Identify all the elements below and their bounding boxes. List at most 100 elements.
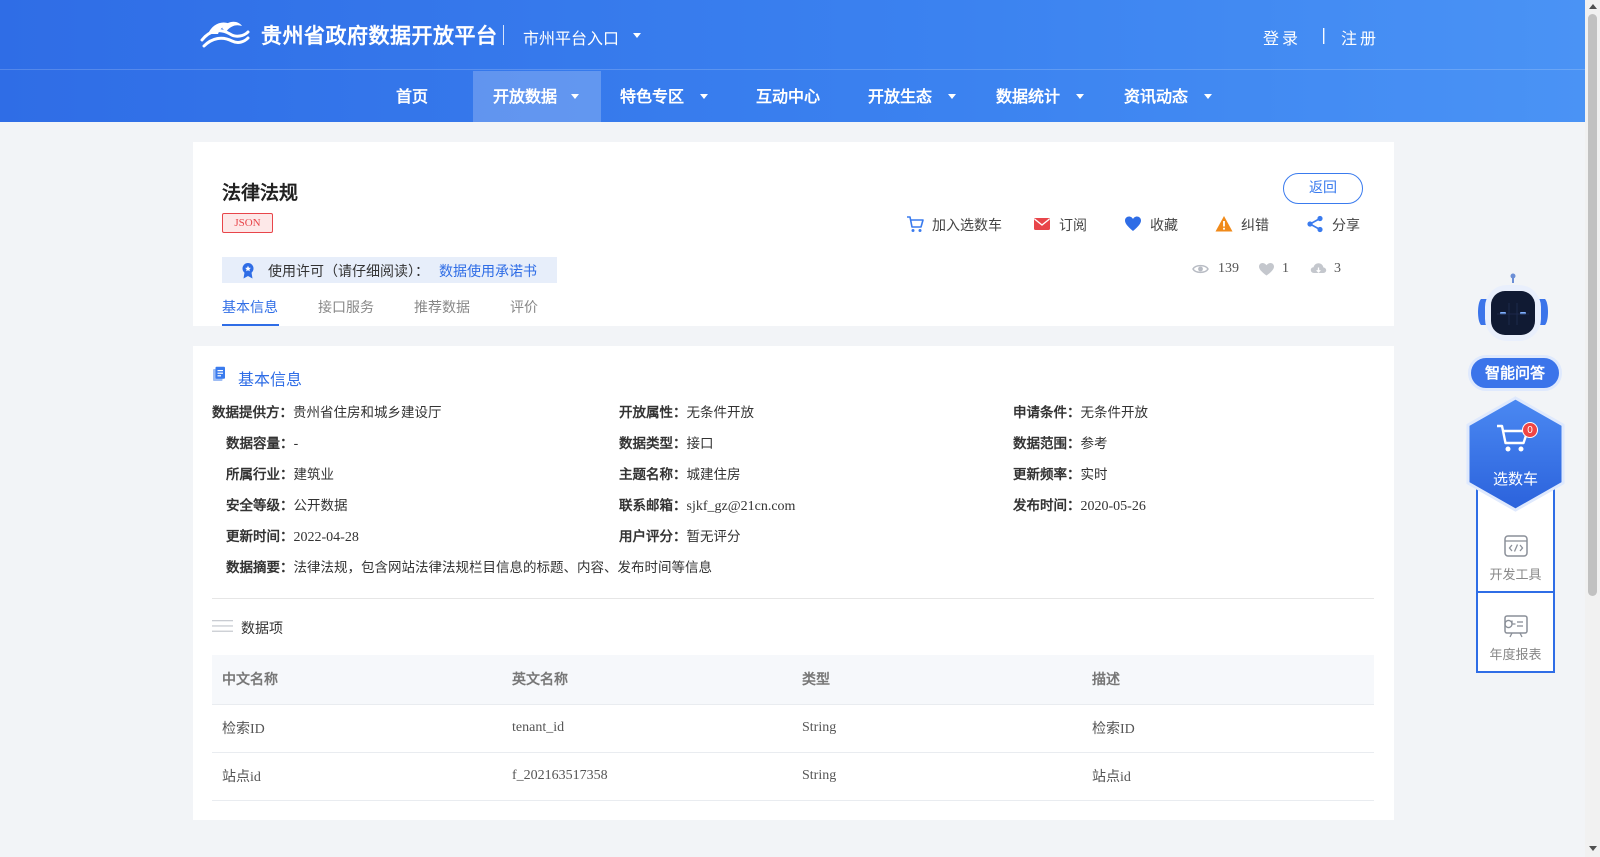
field-value: 建筑业 bbox=[293, 467, 335, 483]
field-label: 开放属性： bbox=[619, 405, 687, 421]
cart-count-badge: 0 bbox=[1522, 422, 1538, 438]
nav-item-statistics[interactable]: 数据统计 bbox=[996, 71, 1096, 122]
tab-basic-info[interactable]: 基本信息 bbox=[222, 297, 278, 317]
field-value: - bbox=[293, 436, 299, 452]
subscribe-button[interactable]: 订阅 bbox=[1033, 214, 1093, 234]
active-tab-indicator bbox=[222, 324, 279, 326]
field-label: 更新时间： bbox=[226, 529, 294, 545]
field-label: 用户评分： bbox=[619, 529, 687, 545]
nav-item-news[interactable]: 资讯动态 bbox=[1124, 71, 1224, 122]
document-icon bbox=[213, 366, 225, 381]
dev-tools-button[interactable]: 开发工具 bbox=[1478, 534, 1553, 583]
field-user-rating: 用户评分：暂无评分 bbox=[619, 525, 741, 546]
heart-icon bbox=[1125, 216, 1141, 231]
robot-assistant-icon[interactable] bbox=[1467, 273, 1559, 359]
nav-item-home[interactable]: 首页 bbox=[396, 71, 428, 122]
table-cell: 检索ID bbox=[1082, 704, 1374, 753]
nav-item-open-data[interactable]: 开放数据 bbox=[473, 71, 601, 122]
field-label: 数据范围： bbox=[1013, 436, 1081, 452]
selection-cart-label: 选数车 bbox=[1492, 470, 1538, 488]
license-agreement-link[interactable]: 数据使用承诺书 bbox=[439, 261, 537, 281]
nav-item-special-zone[interactable]: 特色专区 bbox=[620, 71, 720, 122]
page-scrollbar[interactable] bbox=[1585, 0, 1600, 857]
tab-reviews[interactable]: 评价 bbox=[510, 297, 538, 317]
code-icon bbox=[1503, 535, 1528, 557]
field-label: 数据提供方： bbox=[212, 405, 293, 421]
column-header: 英文名称 bbox=[502, 655, 792, 705]
tab-recommended-data[interactable]: 推荐数据 bbox=[414, 297, 470, 317]
field-update-frequency: 更新频率：实时 bbox=[1013, 463, 1108, 484]
table-cell: 站点id bbox=[1082, 752, 1374, 801]
field-label: 联系邮箱： bbox=[619, 498, 687, 514]
field-label: 所属行业： bbox=[226, 467, 294, 483]
table-cell: 站点id bbox=[212, 752, 502, 801]
nav-item-label: 开放数据 bbox=[493, 87, 558, 106]
chevron-down-icon bbox=[1076, 94, 1084, 99]
table-cell: String bbox=[792, 704, 1082, 753]
warning-icon bbox=[1215, 216, 1233, 232]
platform-logo-icon[interactable] bbox=[200, 16, 250, 50]
table-cell: tenant_id bbox=[502, 704, 792, 753]
add-to-cart-button[interactable]: 加入选数车 bbox=[906, 214, 1006, 234]
field-value: 贵州省住房和城乡建设厅 bbox=[293, 405, 442, 421]
annual-report-label: 年度报表 bbox=[1489, 648, 1542, 663]
like-count-value: 1 bbox=[1282, 261, 1289, 276]
table-row: 检索ID tenant_id String 检索ID bbox=[212, 704, 1374, 753]
table-row: 站点id f_202163517358 String 站点id bbox=[212, 752, 1374, 801]
dev-tools-label: 开发工具 bbox=[1489, 568, 1542, 583]
dataset-title: 法律法规 bbox=[222, 182, 299, 204]
field-summary: 数据摘要：法律法规，包含网站法律法规栏目信息的标题、内容、发布时间等信息 bbox=[226, 556, 712, 577]
main-nav: 首页 开放数据 特色专区 互动中心 开放生态 数据统计 资讯动态 bbox=[0, 71, 1585, 122]
heart-icon bbox=[1259, 263, 1274, 276]
selection-cart-button[interactable] bbox=[1465, 396, 1566, 512]
field-value: 参考 bbox=[1080, 436, 1108, 452]
favorite-button[interactable]: 收藏 bbox=[1124, 214, 1184, 234]
scroll-up-arrow-icon[interactable] bbox=[1589, 4, 1597, 9]
chevron-down-icon bbox=[571, 94, 579, 99]
share-icon bbox=[1307, 215, 1323, 233]
action-label: 订阅 bbox=[1059, 218, 1087, 234]
action-label: 分享 bbox=[1332, 218, 1360, 234]
login-link[interactable]: 登录 bbox=[1263, 25, 1301, 49]
field-apply-condition: 申请条件：无条件开放 bbox=[1013, 401, 1148, 422]
field-value: 城建住房 bbox=[686, 467, 741, 483]
award-ribbon-icon bbox=[242, 263, 254, 279]
license-label: 使用许可（请仔细阅读）： bbox=[268, 264, 429, 280]
scroll-down-arrow-icon[interactable] bbox=[1589, 846, 1597, 851]
data-items-table: 中文名称 英文名称 类型 描述 检索ID tenant_id String 检索… bbox=[212, 655, 1374, 801]
table-cell: f_202163517358 bbox=[502, 752, 792, 801]
chevron-down-icon[interactable] bbox=[633, 33, 641, 38]
table-header-row: 中文名称 英文名称 类型 描述 bbox=[212, 655, 1374, 705]
mail-icon bbox=[1034, 218, 1050, 230]
tab-api-service[interactable]: 接口服务 bbox=[318, 297, 374, 317]
action-label: 收藏 bbox=[1150, 218, 1178, 234]
site-title[interactable]: 贵州省政府数据开放平台 bbox=[261, 20, 498, 50]
nav-item-ecosystem[interactable]: 开放生态 bbox=[868, 71, 968, 122]
field-value: 无条件开放 bbox=[1080, 405, 1149, 421]
view-count-value: 139 bbox=[1218, 261, 1239, 276]
download-count-value: 3 bbox=[1334, 261, 1341, 276]
nav-item-label: 资讯动态 bbox=[1124, 87, 1189, 106]
annual-report-button[interactable]: 年度报表 bbox=[1478, 614, 1553, 663]
field-value: 实时 bbox=[1080, 467, 1108, 483]
column-header: 类型 bbox=[792, 655, 1082, 705]
field-industry: 所属行业：建筑业 bbox=[226, 463, 334, 484]
field-label: 发布时间： bbox=[1013, 498, 1081, 514]
eye-icon bbox=[1192, 264, 1209, 274]
register-link[interactable]: 注册 bbox=[1341, 25, 1379, 49]
header-divider bbox=[503, 25, 504, 45]
cloud-download-icon bbox=[1310, 263, 1327, 273]
nav-item-interaction[interactable]: 互动中心 bbox=[756, 71, 820, 122]
back-button[interactable]: 返回 bbox=[1283, 173, 1363, 204]
share-button[interactable]: 分享 bbox=[1306, 214, 1366, 234]
city-platform-entry[interactable]: 市州平台入口 bbox=[523, 25, 619, 49]
field-label: 数据容量： bbox=[226, 436, 294, 452]
ai-qa-button[interactable]: 智能问答 bbox=[1468, 355, 1562, 391]
site-header: 贵州省政府数据开放平台 市州平台入口 登录 | 注册 首页 开放数据 特色专区 … bbox=[0, 0, 1585, 122]
license-bar: 使用许可（请仔细阅读）： 数据使用承诺书 bbox=[222, 257, 557, 283]
auth-separator: | bbox=[1321, 25, 1327, 44]
field-contact-email: 联系邮箱：sjkf_gz@21cn.com bbox=[619, 494, 795, 515]
report-error-button[interactable]: 纠错 bbox=[1215, 214, 1275, 234]
field-label: 数据摘要： bbox=[226, 560, 294, 576]
scrollbar-thumb[interactable] bbox=[1588, 14, 1597, 596]
